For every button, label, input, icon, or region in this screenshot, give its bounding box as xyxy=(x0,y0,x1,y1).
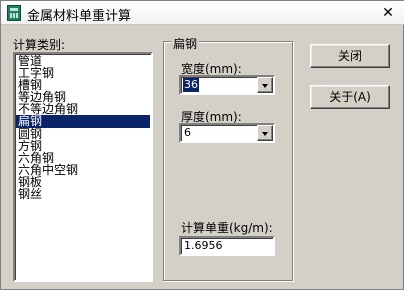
title-bar[interactable]: 金属材料单重计算 ✕ xyxy=(1,1,404,25)
calculator-icon xyxy=(7,5,21,21)
about-button[interactable]: 关于(A) xyxy=(310,85,390,109)
category-listbox[interactable]: 管道 工字钢 槽钢 等边角钢 不等边角钢 扁钢 圆钢 方钢 六角钢 六角中空钢 … xyxy=(13,52,153,282)
thickness-value: 6 xyxy=(184,126,191,139)
category-label: 计算类别: xyxy=(13,38,66,52)
close-icon[interactable]: ✕ xyxy=(377,3,399,23)
close-button[interactable]: 关闭 xyxy=(310,44,390,68)
thickness-combobox[interactable]: 6 xyxy=(179,123,275,143)
result-label: 计算单重(kg/m): xyxy=(181,221,273,235)
chevron-down-icon[interactable] xyxy=(257,125,273,141)
width-value: 36 xyxy=(183,78,199,92)
chevron-down-icon[interactable] xyxy=(257,77,273,93)
width-combobox[interactable]: 36 xyxy=(179,75,275,95)
result-field[interactable]: 1.6956 xyxy=(179,236,275,256)
group-title: 扁钢 xyxy=(171,35,200,52)
window-title: 金属材料单重计算 xyxy=(27,9,132,24)
dialog-window: 金属材料单重计算 ✕ 计算类别: 管道 工字钢 槽钢 等边角钢 不等边角钢 扁钢… xyxy=(0,0,404,290)
list-item[interactable]: 钢丝 xyxy=(16,188,150,200)
